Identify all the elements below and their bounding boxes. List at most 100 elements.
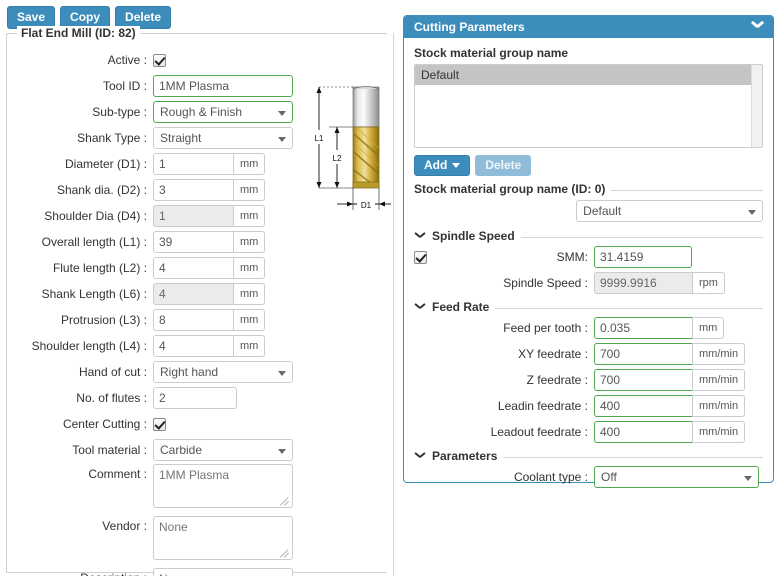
leadout-feedrate-input[interactable] (594, 421, 692, 443)
vendor-textarea[interactable] (153, 516, 293, 560)
parameters-section: Parameters (414, 449, 763, 463)
parameters-legend[interactable]: Parameters (414, 449, 504, 463)
center-cutting-checkbox[interactable] (153, 417, 166, 431)
leadin-feedrate-label: Leadin feedrate : (497, 399, 588, 413)
overall-length-unit: mm (233, 231, 266, 253)
chevron-down-icon[interactable] (414, 303, 426, 312)
hand-of-cut-label: Hand of cut : (78, 365, 147, 379)
shoulder-dia-input (153, 205, 233, 227)
row-coolant-type: Coolant type : Off (414, 465, 763, 489)
diagram-d1-label: D1 (361, 201, 372, 210)
tool-geometry-fieldset: Flat End Mill (ID: 82) Active : Tool ID … (6, 26, 391, 576)
stock-group-actions: Add Delete (414, 155, 763, 176)
row-shank-dia: Shank dia. (D2) : mm (7, 178, 307, 202)
row-xy-feedrate: XY feedrate : mm/min (414, 342, 763, 366)
spindle-speed-unit: rpm (692, 272, 725, 294)
add-stock-group-button[interactable]: Add (414, 155, 471, 176)
shank-dia-label: Shank dia. (D2) : (56, 183, 147, 197)
shank-dia-unit: mm (233, 179, 266, 201)
shoulder-length-input[interactable] (153, 335, 233, 357)
row-shoulder-dia: Shoulder Dia (D4) : mm (7, 204, 307, 228)
shank-type-select[interactable]: Straight (153, 127, 293, 149)
row-smm: SMM: (414, 245, 763, 269)
stock-group-select[interactable]: Default (576, 200, 763, 222)
coolant-type-select[interactable]: Off (594, 466, 759, 488)
row-stock-group-select: Default (414, 199, 763, 223)
cutting-parameters-title: Cutting Parameters (414, 20, 525, 34)
row-vendor: Vendor : (7, 516, 307, 562)
row-comment: Comment : (7, 464, 307, 510)
comment-textarea[interactable] (153, 464, 293, 508)
leadout-feedrate-unit: mm/min (692, 421, 746, 443)
tool-material-select[interactable]: Carbide (153, 439, 293, 461)
xy-feedrate-input[interactable] (594, 343, 692, 365)
row-overall-length: Overall length (L1) : mm (7, 230, 307, 254)
row-shank-type: Shank Type : Straight (7, 126, 307, 150)
row-shoulder-length: Shoulder length (L4) : mm (7, 334, 307, 358)
xy-feedrate-label: XY feedrate : (518, 347, 588, 361)
row-diameter: Diameter (D1) : mm (7, 152, 307, 176)
description-textarea[interactable] (153, 568, 293, 576)
delete-stock-group-button: Delete (475, 155, 532, 176)
diagram-l1-label: L1 (315, 134, 324, 143)
active-checkbox[interactable] (153, 53, 166, 67)
active-label: Active : (107, 53, 147, 67)
caret-down-icon (452, 162, 461, 168)
tool-geometry-form: Active : Tool ID : Sub-type : Rough & Fi… (7, 48, 307, 576)
feed-per-tooth-input[interactable] (594, 317, 692, 339)
subtype-label: Sub-type : (92, 105, 147, 119)
tool-geometry-legend: Flat End Mill (ID: 82) (17, 26, 140, 40)
coolant-type-label: Coolant type : (513, 470, 588, 484)
overall-length-input[interactable] (153, 231, 233, 253)
leadin-feedrate-input[interactable] (594, 395, 692, 417)
z-feedrate-input[interactable] (594, 369, 692, 391)
chevron-down-icon[interactable] (414, 452, 426, 461)
z-feedrate-unit: mm/min (692, 369, 746, 391)
shank-dia-input[interactable] (153, 179, 233, 201)
diameter-unit: mm (233, 153, 266, 175)
row-tool-id: Tool ID : (7, 74, 307, 98)
tool-id-input[interactable] (153, 75, 293, 97)
chevron-down-icon[interactable] (751, 21, 765, 31)
spindle-speed-input (594, 272, 692, 294)
no-of-flutes-label: No. of flutes : (76, 391, 147, 405)
spindle-speed-section: Spindle Speed (414, 229, 763, 243)
feed-rate-title: Feed Rate (432, 300, 490, 314)
end-mill-diagram: L1 L2 D1 (307, 82, 393, 227)
list-scrollbar[interactable] (751, 65, 762, 147)
protrusion-input[interactable] (153, 309, 233, 331)
protrusion-label: Protrusion (L3) : (60, 313, 147, 327)
cutting-parameters-body: Stock material group name Default Add De… (404, 38, 773, 488)
smm-input[interactable] (594, 246, 692, 268)
spindle-speed-enable-checkbox[interactable] (414, 250, 427, 264)
subtype-select[interactable]: Rough & Finish (153, 101, 293, 123)
diagram-l2-label: L2 (333, 154, 342, 163)
no-of-flutes-input[interactable] (153, 387, 237, 409)
row-subtype: Sub-type : Rough & Finish (7, 100, 307, 124)
shank-length-label: Shank Length (L6) : (41, 287, 147, 301)
hand-of-cut-select[interactable]: Right hand (153, 361, 293, 383)
row-z-feedrate: Z feedrate : mm/min (414, 368, 763, 392)
flute-length-input[interactable] (153, 257, 233, 279)
feed-rate-section: Feed Rate (414, 300, 763, 314)
stock-group-id-legend: Stock material group name (ID: 0) (414, 182, 612, 196)
feed-per-tooth-label: Feed per tooth : (503, 321, 588, 335)
stock-group-title: Stock material group name (414, 46, 569, 60)
diameter-input[interactable] (153, 153, 233, 175)
row-feed-per-tooth: Feed per tooth : mm (414, 316, 763, 340)
stock-material-group-list[interactable]: Default (414, 64, 763, 148)
protrusion-unit: mm (233, 309, 266, 331)
shank-type-label: Shank Type : (77, 131, 147, 145)
flute-length-unit: mm (233, 257, 266, 279)
shoulder-length-label: Shoulder length (L4) : (31, 339, 147, 353)
smm-label: SMM: (556, 250, 588, 264)
overall-length-label: Overall length (L1) : (41, 235, 147, 249)
chevron-down-icon[interactable] (414, 232, 426, 241)
xy-feedrate-unit: mm/min (692, 343, 746, 365)
feed-rate-legend[interactable]: Feed Rate (414, 300, 496, 314)
spindle-speed-legend[interactable]: Spindle Speed (414, 229, 521, 243)
row-spindle-speed: Spindle Speed : rpm (414, 271, 763, 295)
spindle-speed-title: Spindle Speed (432, 229, 515, 243)
cutting-parameters-header[interactable]: Cutting Parameters (404, 16, 773, 38)
list-item[interactable]: Default (415, 65, 762, 85)
